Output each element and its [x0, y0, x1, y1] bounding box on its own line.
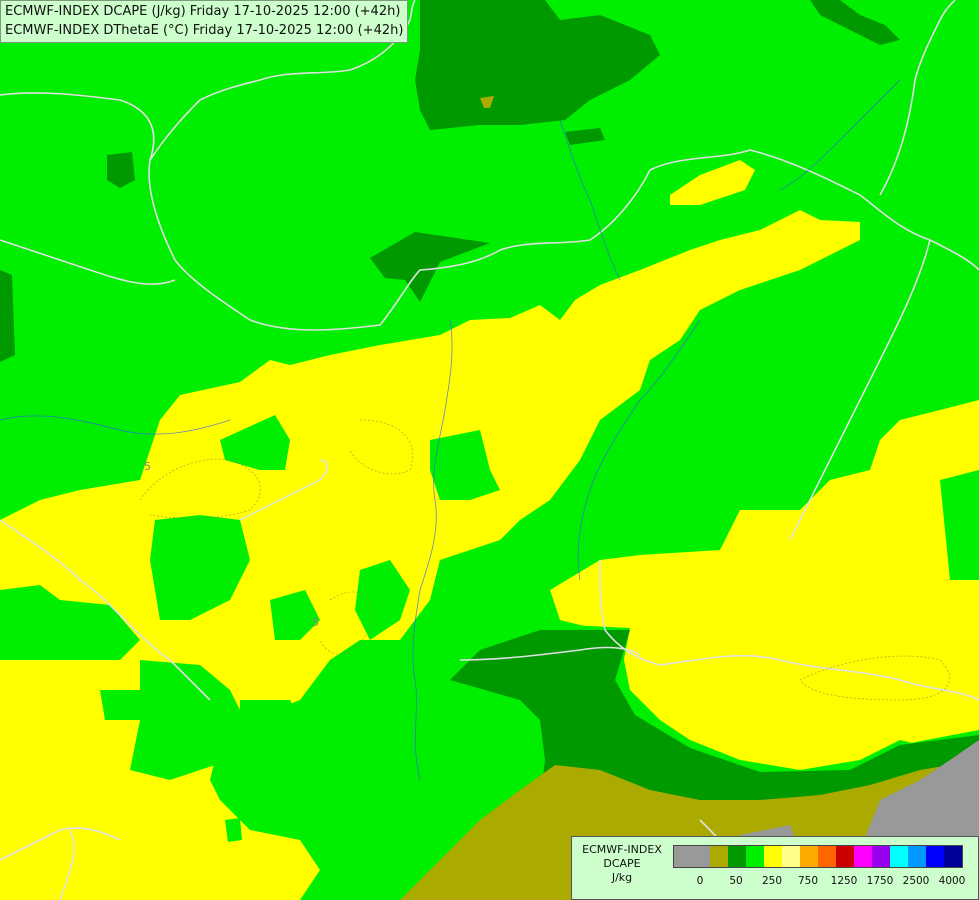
legend-swatch-3 [728, 846, 746, 867]
legend-tick-labels: 0 50 250 750 1250 1750 2500 4000 [673, 874, 973, 888]
green-patch-j [225, 818, 242, 842]
legend-tick-label: 50 [729, 875, 743, 887]
legend-swatch-10 [854, 846, 872, 867]
legend-swatches [673, 845, 963, 868]
legend-tick-label: 1750 [866, 875, 894, 887]
map-title-box: ECMWF-INDEX DCAPE (J/kg) Friday 17-10-20… [0, 0, 409, 43]
legend-swatch-8 [818, 846, 836, 867]
contour-label-2: 5 [312, 616, 319, 629]
legend-swatch-14 [926, 846, 944, 867]
legend-swatch-0 [674, 846, 692, 867]
legend-swatch-6 [782, 846, 800, 867]
legend-tick-label: 250 [761, 875, 783, 887]
legend-swatch-1 [692, 846, 710, 867]
legend-swatch-9 [836, 846, 854, 867]
legend-swatch-2 [710, 846, 728, 867]
legend-tick-label: 0 [696, 875, 704, 887]
legend-title: ECMWF-INDEX DCAPE J/kg [574, 843, 670, 885]
dcape-map: 5 5 [0, 0, 979, 900]
contour-label-1: 5 [144, 460, 151, 473]
legend-tick-label: 750 [797, 875, 819, 887]
legend-unit: J/kg [611, 871, 633, 884]
legend-tick-label: 2500 [902, 875, 930, 887]
color-legend: ECMWF-INDEX DCAPE J/kg 0 50 250 750 1250 1750… [571, 836, 979, 900]
legend-parameter: DCAPE [603, 857, 641, 870]
green-patch-k [800, 330, 812, 350]
green-patch-i [100, 690, 145, 720]
map-title-dthetae: ECMWF-INDEX DThetaE (°C) Friday 17-10-20… [5, 23, 404, 38]
legend-model: ECMWF-INDEX [582, 843, 662, 856]
legend-swatch-13 [908, 846, 926, 867]
legend-tick-label: 4000 [938, 875, 966, 887]
legend-swatch-5 [764, 846, 782, 867]
map-title-dcape: ECMWF-INDEX DCAPE (J/kg) Friday 17-10-20… [5, 4, 401, 19]
legend-swatch-7 [800, 846, 818, 867]
legend-swatch-15 [944, 846, 962, 867]
legend-tick-label: 1250 [830, 875, 858, 887]
legend-swatch-11 [872, 846, 890, 867]
legend-swatch-12 [890, 846, 908, 867]
legend-swatch-4 [746, 846, 764, 867]
